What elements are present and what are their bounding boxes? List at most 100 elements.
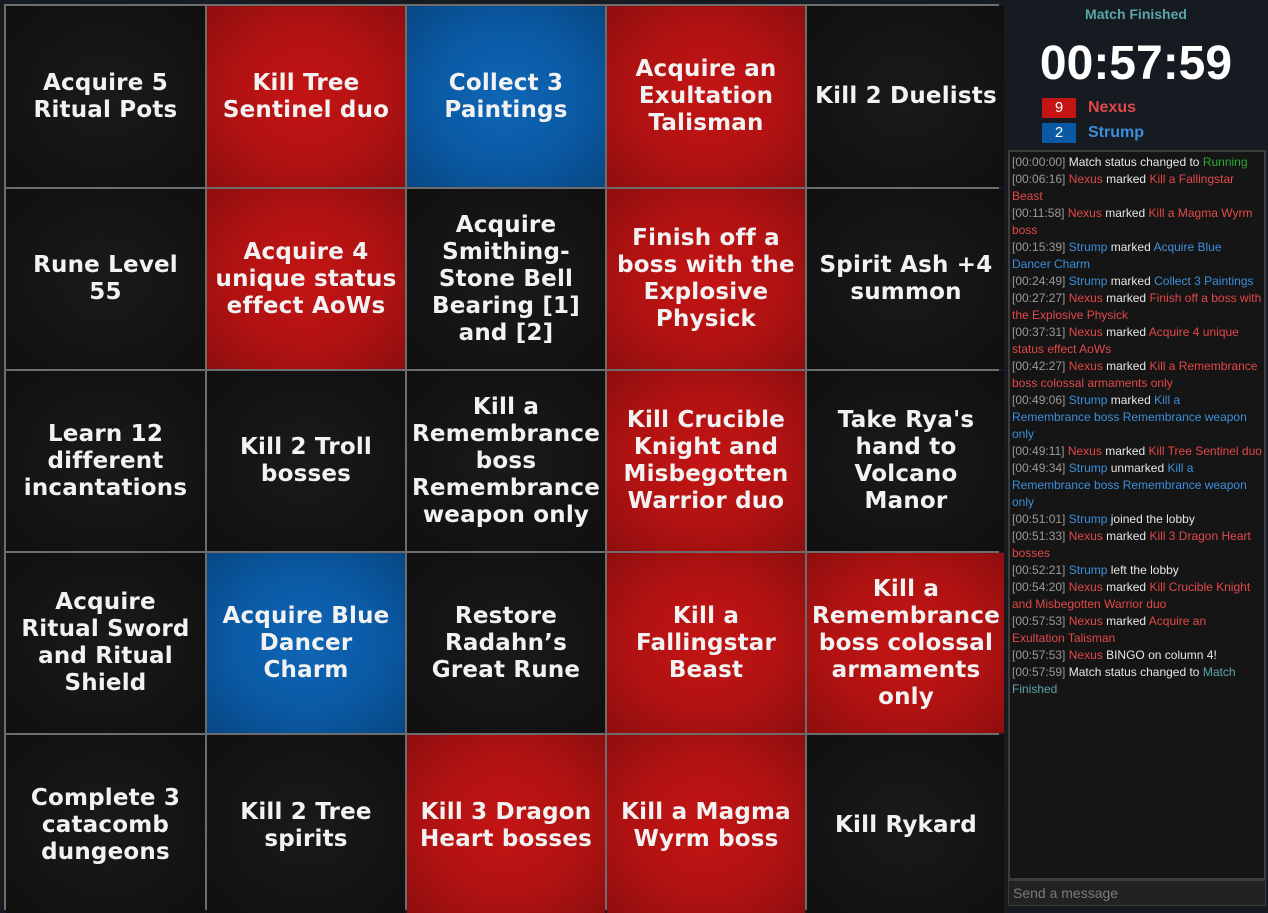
log-timestamp: [00:49:34] bbox=[1012, 461, 1066, 475]
board-cell[interactable]: Acquire 4 unique status effect AoWs bbox=[207, 189, 405, 369]
log-entry: [00:00:00] Match status changed to Runni… bbox=[1012, 154, 1262, 171]
log-text: Nexus bbox=[1068, 614, 1103, 628]
board-cell[interactable]: Take Rya's hand to Volcano Manor bbox=[807, 371, 1005, 551]
board-cell[interactable]: Kill Crucible Knight and Misbegotten War… bbox=[607, 371, 805, 551]
log-text: left the lobby bbox=[1107, 563, 1179, 577]
log-entry: [00:52:21] Strump left the lobby bbox=[1012, 562, 1262, 579]
player-name: Nexus bbox=[1088, 99, 1137, 116]
log-text: Kill Tree Sentinel duo bbox=[1148, 444, 1262, 458]
log-timestamp: [00:51:33] bbox=[1012, 529, 1066, 543]
log-entry: [00:57:53] Nexus marked Acquire an Exult… bbox=[1012, 613, 1262, 647]
log-text: marked bbox=[1101, 444, 1149, 458]
log-text: Nexus bbox=[1068, 648, 1103, 662]
log-text: Strump bbox=[1068, 240, 1108, 254]
log-entry: [00:49:34] Strump unmarked Kill a Rememb… bbox=[1012, 460, 1262, 511]
log-timestamp: [00:57:53] bbox=[1012, 648, 1066, 662]
log-text: Nexus bbox=[1067, 206, 1102, 220]
match-timer: 00:57:59 bbox=[1039, 37, 1233, 90]
log-text: Strump bbox=[1068, 563, 1108, 577]
board-cell[interactable]: Complete 3 catacomb dungeons bbox=[6, 735, 205, 913]
log-text: Nexus bbox=[1067, 444, 1102, 458]
log-text: unmarked bbox=[1107, 461, 1168, 475]
log-text: Nexus bbox=[1068, 529, 1103, 543]
log-entry: [00:27:27] Nexus marked Finish off a bos… bbox=[1012, 290, 1262, 324]
log-text: marked bbox=[1107, 240, 1154, 254]
log-entry: [00:57:53] Nexus BINGO on column 4! bbox=[1012, 647, 1262, 664]
board-cell[interactable]: Acquire Ritual Sword and Ritual Shield bbox=[6, 553, 205, 733]
log-entry: [00:54:20] Nexus marked Kill Crucible Kn… bbox=[1012, 579, 1262, 613]
log-text: Strump bbox=[1068, 461, 1108, 475]
board-cell[interactable]: Kill Rykard bbox=[807, 735, 1005, 913]
board-cell[interactable]: Restore Radahn’s Great Rune bbox=[407, 553, 605, 733]
log-entry: [00:49:11] Nexus marked Kill Tree Sentin… bbox=[1012, 443, 1262, 460]
log-entry: [00:15:39] Strump marked Acquire Blue Da… bbox=[1012, 239, 1262, 273]
log-text: marked bbox=[1102, 325, 1149, 339]
log-timestamp: [00:24:49] bbox=[1012, 274, 1066, 288]
log-timestamp: [00:06:16] bbox=[1012, 172, 1066, 186]
board-cell[interactable]: Acquire 5 Ritual Pots bbox=[6, 6, 205, 187]
log-text: marked bbox=[1101, 206, 1149, 220]
board-cell[interactable]: Kill a Fallingstar Beast bbox=[607, 553, 805, 733]
board-cell[interactable]: Collect 3 Paintings bbox=[407, 6, 605, 187]
event-log[interactable]: [00:00:00] Match status changed to Runni… bbox=[1008, 150, 1266, 880]
log-entry: [00:06:16] Nexus marked Kill a Fallingst… bbox=[1012, 171, 1262, 205]
board-cell[interactable]: Kill a Magma Wyrm boss bbox=[607, 735, 805, 913]
log-text: Nexus bbox=[1068, 325, 1103, 339]
log-text: marked bbox=[1102, 291, 1150, 305]
log-text: marked bbox=[1107, 393, 1155, 407]
board-cell[interactable]: Spirit Ash +4 summon bbox=[807, 189, 1005, 369]
log-entry: [00:57:59] Match status changed to Match… bbox=[1012, 664, 1262, 698]
log-text: BINGO on column 4! bbox=[1102, 648, 1217, 662]
log-text: marked bbox=[1102, 529, 1150, 543]
log-timestamp: [00:52:21] bbox=[1012, 563, 1066, 577]
log-entry: [00:51:01] Strump joined the lobby bbox=[1012, 511, 1262, 528]
log-timestamp: [00:42:27] bbox=[1012, 359, 1066, 373]
board-cell[interactable]: Kill Tree Sentinel duo bbox=[207, 6, 405, 187]
log-timestamp: [00:37:31] bbox=[1012, 325, 1066, 339]
log-timestamp: [00:49:11] bbox=[1012, 444, 1065, 458]
board-cell[interactable]: Acquire an Exultation Talisman bbox=[607, 6, 805, 187]
log-text: marked bbox=[1102, 580, 1150, 594]
player-scores: 9 Nexus 2 Strump bbox=[1042, 97, 1144, 147]
board-cell[interactable]: Rune Level 55 bbox=[6, 189, 205, 369]
log-text: Strump bbox=[1068, 512, 1108, 526]
log-timestamp: [00:49:06] bbox=[1012, 393, 1066, 407]
board-cell[interactable]: Learn 12 different incantations bbox=[6, 371, 205, 551]
player-row: 9 Nexus bbox=[1042, 97, 1144, 119]
log-text: marked bbox=[1102, 359, 1150, 373]
board-cell[interactable]: Kill a Remembrance boss Remembrance weap… bbox=[407, 371, 605, 551]
log-entry: [00:42:27] Nexus marked Kill a Remembran… bbox=[1012, 358, 1262, 392]
board-cell[interactable]: Finish off a boss with the Explosive Phy… bbox=[607, 189, 805, 369]
log-timestamp: [00:15:39] bbox=[1012, 240, 1066, 254]
bingo-board: Acquire 5 Ritual Pots Kill Tree Sentinel … bbox=[4, 4, 1005, 913]
log-text: Nexus bbox=[1068, 172, 1103, 186]
player-score-badge: 2 bbox=[1042, 123, 1076, 143]
board-cell[interactable]: Kill a Remembrance boss colossal armamen… bbox=[807, 553, 1005, 733]
log-entry: [00:37:31] Nexus marked Acquire 4 unique… bbox=[1012, 324, 1262, 358]
board-cell[interactable]: Acquire Smithing-Stone Bell Bearing [1] … bbox=[407, 189, 605, 369]
chat-message-input[interactable] bbox=[1008, 880, 1266, 906]
player-score-badge: 9 bbox=[1042, 98, 1076, 118]
log-timestamp: [00:57:59] bbox=[1012, 665, 1066, 679]
log-entry: [00:49:06] Strump marked Kill a Remembra… bbox=[1012, 392, 1262, 443]
board-cell[interactable]: Kill 2 Duelists bbox=[807, 6, 1005, 187]
log-timestamp: [00:54:20] bbox=[1012, 580, 1066, 594]
board-cell[interactable]: Kill 2 Troll bosses bbox=[207, 371, 405, 551]
log-timestamp: [00:00:00] bbox=[1012, 155, 1066, 169]
log-entry: [00:11:58] Nexus marked Kill a Magma Wyr… bbox=[1012, 205, 1262, 239]
board-cell[interactable]: Kill 3 Dragon Heart bosses bbox=[407, 735, 605, 913]
board-cell[interactable]: Acquire Blue Dancer Charm bbox=[207, 553, 405, 733]
log-text: Running bbox=[1202, 155, 1248, 169]
log-timestamp: [00:11:58] bbox=[1012, 206, 1065, 220]
log-text: Collect 3 Paintings bbox=[1154, 274, 1254, 288]
log-text: Strump bbox=[1068, 274, 1108, 288]
log-text: marked bbox=[1102, 172, 1150, 186]
log-text: marked bbox=[1107, 274, 1155, 288]
board-cell[interactable]: Kill 2 Tree spirits bbox=[207, 735, 405, 913]
log-text: Match status changed to bbox=[1068, 665, 1203, 679]
log-timestamp: [00:27:27] bbox=[1012, 291, 1066, 305]
log-timestamp: [00:51:01] bbox=[1012, 512, 1066, 526]
log-text: Match status changed to bbox=[1068, 155, 1203, 169]
player-name: Strump bbox=[1088, 124, 1144, 141]
log-text: marked bbox=[1102, 614, 1149, 628]
